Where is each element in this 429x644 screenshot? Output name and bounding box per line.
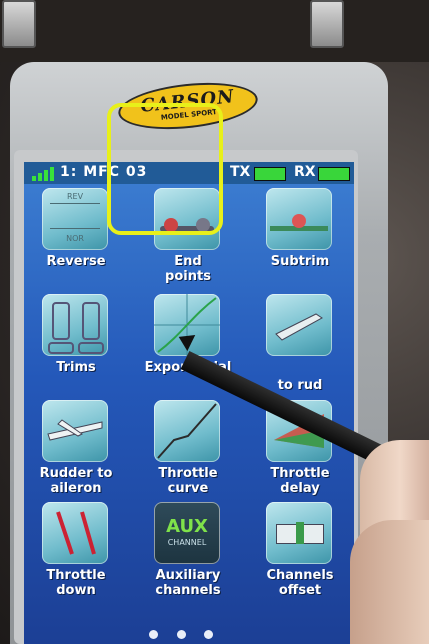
aux-subtext: CHANNEL bbox=[167, 538, 207, 547]
rx-label: RX bbox=[294, 164, 316, 180]
finger-lower bbox=[350, 520, 429, 644]
auxiliary-channels-icon: AUX CHANNEL bbox=[154, 502, 220, 564]
menu-item-channels-offset[interactable]: Channels offset bbox=[250, 502, 350, 614]
signal-strength-icon bbox=[32, 167, 54, 181]
reverse-bottom-text: NOR bbox=[66, 234, 84, 243]
toggle-switch-left[interactable] bbox=[2, 0, 36, 48]
aux-text: AUX bbox=[166, 516, 208, 537]
menu-item-auxiliary-channels[interactable]: AUX CHANNEL Auxiliary channels bbox=[138, 502, 238, 614]
reverse-top-text: REV bbox=[66, 192, 84, 201]
menu-item-label: Rudder to aileron bbox=[39, 466, 113, 496]
mix-to-rudder-icon bbox=[266, 294, 332, 356]
menu-item-label: Throttle down bbox=[46, 568, 106, 598]
menu-item-throttle-down[interactable]: Throttle down bbox=[26, 502, 126, 614]
toggle-switch-right[interactable] bbox=[310, 0, 344, 48]
menu-item-label: Reverse bbox=[46, 254, 106, 269]
throttle-down-icon bbox=[42, 502, 108, 564]
menu-item-label: Trims bbox=[56, 360, 96, 375]
rudder-to-aileron-icon bbox=[42, 400, 108, 462]
selection-highlight bbox=[107, 103, 223, 235]
menu-item-throttle-curve[interactable]: Throttle curve bbox=[138, 400, 238, 512]
transmitter-top bbox=[0, 0, 429, 62]
page-dot[interactable] bbox=[204, 630, 213, 639]
tx-battery-icon bbox=[254, 167, 286, 181]
menu-item-label: Subtrim bbox=[270, 254, 330, 269]
page-indicator[interactable] bbox=[144, 628, 234, 640]
menu-item-label: Channels offset bbox=[266, 568, 334, 598]
menu-item-label: End points bbox=[165, 254, 211, 284]
menu-item-subtrim[interactable]: Subtrim bbox=[250, 188, 350, 300]
rx-battery-icon bbox=[318, 167, 350, 181]
subtrim-icon bbox=[266, 188, 332, 250]
menu-item-label: Throttle curve bbox=[158, 466, 218, 496]
menu-item-label: Auxiliary channels bbox=[155, 568, 221, 598]
trims-icon bbox=[42, 294, 108, 356]
throttle-curve-icon bbox=[154, 400, 220, 462]
tx-label: TX bbox=[230, 164, 251, 180]
reverse-icon: REV NOR bbox=[42, 188, 108, 250]
menu-item-label: Throttle delay bbox=[270, 466, 330, 496]
page-dot[interactable] bbox=[177, 630, 186, 639]
menu-item-rudder-to-aileron[interactable]: Rudder to aileron bbox=[26, 400, 126, 512]
page-dot[interactable] bbox=[149, 630, 158, 639]
menu-item-trims[interactable]: Trims bbox=[26, 294, 126, 406]
channels-offset-icon bbox=[266, 502, 332, 564]
